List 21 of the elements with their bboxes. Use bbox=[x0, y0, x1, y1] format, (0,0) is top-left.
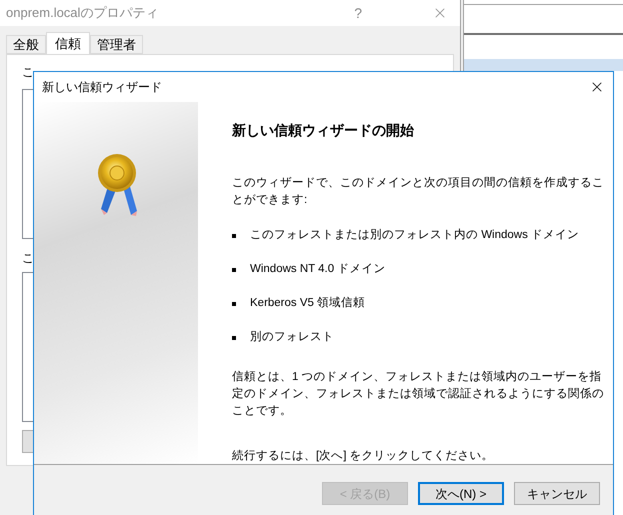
list-item: このフォレストまたは別のフォレスト内の Windows ドメイン bbox=[250, 228, 580, 244]
instruction-text: 続行するには、[次へ] をクリックしてください。 bbox=[232, 448, 495, 464]
bullet-icon bbox=[232, 234, 236, 238]
outgoing-trusts-label: こ bbox=[22, 64, 35, 81]
incoming-trusts-label: こ bbox=[22, 250, 35, 267]
bullet-icon bbox=[232, 336, 236, 340]
bullet-icon bbox=[232, 268, 236, 272]
intro-text: このウィザードで、このドメインと次の項目の間の信頼を作成することができます: bbox=[232, 176, 605, 208]
wizard-heading: 新しい信頼ウィザードの開始 bbox=[232, 121, 415, 140]
list-item: Windows NT 4.0 ドメイン bbox=[250, 262, 386, 278]
window-title: onprem.localのプロパティ bbox=[6, 4, 158, 22]
tab[interactable]: 全般 bbox=[6, 35, 46, 54]
window-title: 新しい信頼ウィザード bbox=[42, 79, 162, 96]
list-item: 別のフォレスト bbox=[250, 330, 334, 346]
wizard-button[interactable]: 次へ(N) > bbox=[418, 482, 504, 505]
tab[interactable]: 管理者 bbox=[90, 35, 143, 54]
wizard-button[interactable]: キャンセル bbox=[514, 482, 600, 505]
bullet-icon bbox=[232, 302, 236, 306]
list-item: Kerberos V5 領域信頼 bbox=[250, 296, 366, 312]
definition-text: 信頼とは、1 つのドメイン、フォレストまたは領域内のユーザーを指定のドメイン、フォレストまたは領域で認証されるようにする関係のことです。 bbox=[232, 370, 605, 419]
tab[interactable]: 信頼 bbox=[46, 32, 90, 54]
